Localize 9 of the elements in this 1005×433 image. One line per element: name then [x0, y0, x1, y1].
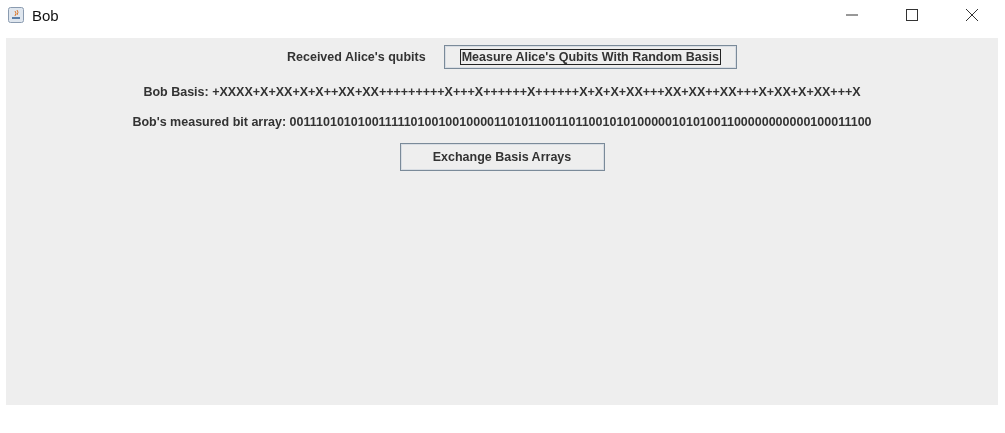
exchange-button[interactable]: Exchange Basis Arrays	[399, 143, 605, 171]
measure-button[interactable]: Measure Alice's Qubits With Random Basis	[443, 45, 737, 69]
window-title: Bob	[32, 6, 59, 24]
close-icon[interactable]	[965, 8, 979, 22]
maximize-icon[interactable]	[905, 8, 919, 22]
app-icon	[8, 7, 24, 23]
bit-array-text: Bob's measured bit array: 0011101010100111110100100100001101011001101100101010000010101001100000000000100011100	[132, 115, 872, 129]
received-label: Received Alice's qubits	[287, 50, 426, 64]
basis-text: Bob Basis: +XXXX+X+XX+X+X++XX+XX+++++++++X+++X++++++X++++++X+X+X+XX+++XX+XX++XX+++X+XX+X+XX+++X	[143, 85, 861, 99]
